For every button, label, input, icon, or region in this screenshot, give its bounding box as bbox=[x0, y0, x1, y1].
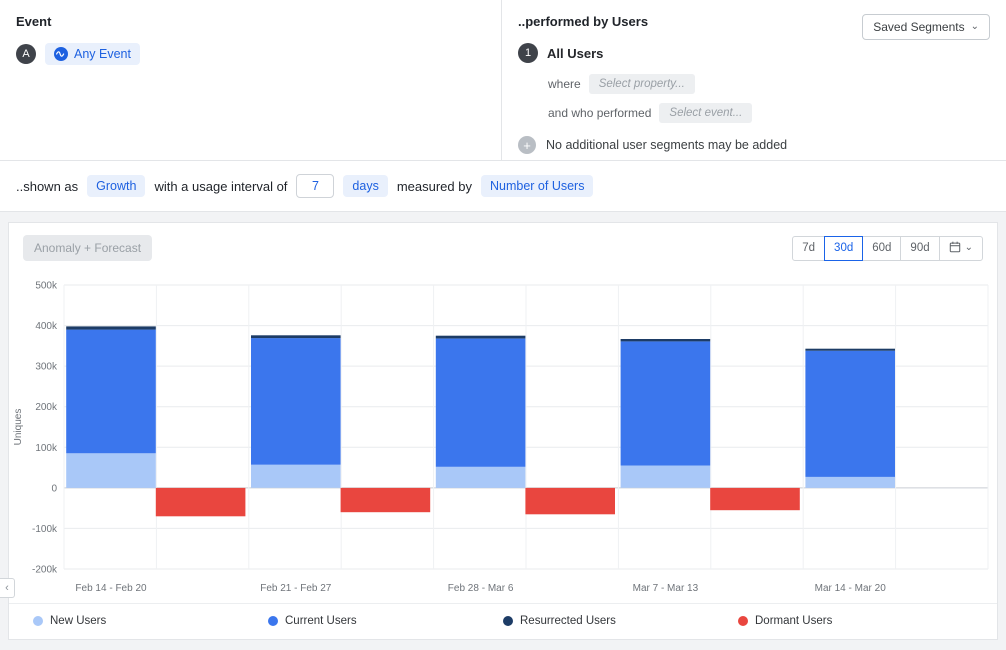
legend-item[interactable]: Dormant Users bbox=[738, 615, 973, 627]
measure-chip[interactable]: Number of Users bbox=[481, 175, 593, 197]
plus-icon: + bbox=[518, 136, 536, 154]
interval-input[interactable] bbox=[296, 174, 334, 198]
range-30d-button[interactable]: 30d bbox=[824, 236, 863, 261]
saved-segments-button[interactable]: Saved Segments ⌄ bbox=[862, 14, 990, 40]
svg-text:0: 0 bbox=[51, 483, 57, 494]
no-additional-segments-note: No additional user segments may be added bbox=[546, 138, 787, 152]
segment-row: 1 All Users bbox=[518, 43, 990, 63]
legend-label: Dormant Users bbox=[755, 615, 832, 627]
range-90d-button[interactable]: 90d bbox=[900, 236, 939, 261]
legend-item[interactable]: Current Users bbox=[268, 615, 503, 627]
svg-text:-200k: -200k bbox=[32, 565, 58, 576]
legend-item[interactable]: Resurrected Users bbox=[503, 615, 738, 627]
svg-text:Feb 21 - Feb 27: Feb 21 - Feb 27 bbox=[260, 583, 332, 594]
add-segment-row: + No additional user segments may be add… bbox=[518, 136, 990, 154]
svg-text:100k: 100k bbox=[35, 443, 58, 454]
shown-as-bar: ..shown as Growth with a usage interval … bbox=[0, 161, 1006, 212]
legend-label: Current Users bbox=[285, 615, 357, 627]
svg-text:400k: 400k bbox=[35, 321, 58, 332]
performed-clause: and who performed Select event... bbox=[548, 103, 990, 123]
event-panel-title: Event bbox=[16, 14, 485, 29]
svg-text:Uniques: Uniques bbox=[13, 409, 24, 446]
shown-as-label: ..shown as bbox=[16, 179, 78, 194]
chart-toolbar: Anomaly + Forecast 7d 30d 60d 90d ⌄ bbox=[9, 223, 997, 263]
svg-text:Feb 14 - Feb 20: Feb 14 - Feb 20 bbox=[75, 583, 147, 594]
custom-date-button[interactable]: ⌄ bbox=[939, 236, 983, 261]
segment-name[interactable]: All Users bbox=[547, 46, 603, 61]
legend-color-dot bbox=[268, 616, 278, 626]
legend-color-dot bbox=[503, 616, 513, 626]
chevron-down-icon: ⌄ bbox=[971, 22, 979, 32]
interval-label: with a usage interval of bbox=[154, 179, 287, 194]
select-event-field[interactable]: Select event... bbox=[659, 103, 752, 123]
event-panel: Event A Any Event bbox=[0, 0, 502, 160]
svg-text:500k: 500k bbox=[35, 281, 58, 292]
chart-area: 500k 400k 300k 200k 100k 0 -100k -200k Feb 14 - … bbox=[9, 263, 997, 603]
chevron-down-icon: ⌄ bbox=[965, 243, 973, 253]
saved-segments-label: Saved Segments bbox=[873, 20, 964, 34]
svg-text:Feb 28 - Mar 6: Feb 28 - Mar 6 bbox=[448, 583, 514, 594]
measured-by-label: measured by bbox=[397, 179, 472, 194]
legend-color-dot bbox=[33, 616, 43, 626]
segment-number-badge: 1 bbox=[518, 43, 538, 63]
range-60d-button[interactable]: 60d bbox=[862, 236, 901, 261]
svg-text:300k: 300k bbox=[35, 362, 58, 373]
svg-text:200k: 200k bbox=[35, 402, 58, 413]
event-row: A Any Event bbox=[16, 43, 485, 65]
event-icon bbox=[54, 47, 68, 61]
chart-legend: New Users Current Users Resurrected Users D… bbox=[9, 603, 997, 639]
scroll-left-button[interactable]: ‹ bbox=[0, 578, 15, 598]
anomaly-forecast-button[interactable]: Anomaly + Forecast bbox=[23, 235, 152, 261]
query-builder: Event A Any Event ..performed by Users S… bbox=[0, 0, 1006, 161]
legend-item[interactable]: New Users bbox=[33, 615, 268, 627]
any-event-chip[interactable]: Any Event bbox=[45, 43, 140, 65]
legend-color-dot bbox=[738, 616, 748, 626]
event-letter-badge: A bbox=[16, 44, 36, 64]
svg-text:-100k: -100k bbox=[32, 524, 58, 535]
where-clause: where Select property... bbox=[548, 74, 990, 94]
range-7d-button[interactable]: 7d bbox=[792, 236, 825, 261]
legend-label: Resurrected Users bbox=[520, 615, 616, 627]
calendar-icon bbox=[949, 241, 961, 256]
chart-card: Anomaly + Forecast 7d 30d 60d 90d ⌄ 500k… bbox=[8, 222, 998, 640]
svg-text:Mar 14 - Mar 20: Mar 14 - Mar 20 bbox=[815, 583, 887, 594]
svg-text:Mar 7 - Mar 13: Mar 7 - Mar 13 bbox=[633, 583, 699, 594]
growth-chart[interactable]: 500k 400k 300k 200k 100k 0 -100k -200k Feb 14 - … bbox=[10, 265, 996, 599]
chart-type-chip[interactable]: Growth bbox=[87, 175, 145, 197]
where-label: where bbox=[548, 77, 581, 91]
select-property-field[interactable]: Select property... bbox=[589, 74, 695, 94]
legend-label: New Users bbox=[50, 615, 106, 627]
date-range-group: 7d 30d 60d 90d ⌄ bbox=[792, 236, 983, 261]
and-who-performed-label: and who performed bbox=[548, 106, 651, 120]
users-panel: ..performed by Users Saved Segments ⌄ 1 … bbox=[502, 0, 1006, 160]
interval-unit-chip[interactable]: days bbox=[343, 175, 387, 197]
any-event-label: Any Event bbox=[74, 47, 131, 61]
